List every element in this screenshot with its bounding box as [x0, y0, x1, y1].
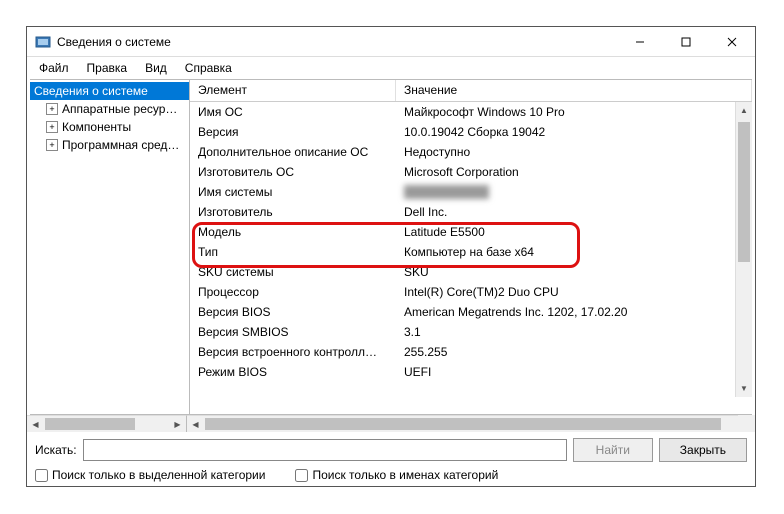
menu-help[interactable]: Справка	[177, 59, 240, 77]
checkbox[interactable]	[35, 469, 48, 482]
cell-key: Изготовитель	[190, 205, 396, 219]
cell-value: Latitude E5500	[396, 225, 752, 239]
table-row[interactable]: Имя системы██████████	[190, 182, 752, 202]
close-button[interactable]	[709, 27, 755, 57]
cell-value: Intel(R) Core(TM)2 Duo CPU	[396, 285, 752, 299]
menu-view[interactable]: Вид	[137, 59, 175, 77]
scroll-thumb[interactable]	[205, 418, 721, 430]
scroll-corner	[738, 415, 755, 432]
table-row[interactable]: Версия10.0.19042 Сборка 19042	[190, 122, 752, 142]
table-row[interactable]: Версия BIOSAmerican Megatrends Inc. 1202…	[190, 302, 752, 322]
find-button[interactable]: Найти	[573, 438, 653, 462]
cell-value: American Megatrends Inc. 1202, 17.02.20	[396, 305, 752, 319]
close-button-bottom[interactable]: Закрыть	[659, 438, 747, 462]
cell-value: 3.1	[396, 325, 752, 339]
table-row[interactable]: Версия встроенного контролл…255.255	[190, 342, 752, 362]
menu-edit[interactable]: Правка	[79, 59, 136, 77]
check-label: Поиск только в выделенной категории	[52, 468, 265, 482]
col-value[interactable]: Значение	[396, 80, 752, 101]
bottom-bar: Искать: Найти Закрыть Поиск только в выд…	[27, 432, 755, 486]
expand-icon[interactable]: +	[46, 103, 58, 115]
content-area: Сведения о системе +Аппаратные ресур… +К…	[30, 79, 752, 415]
cell-value: ██████████	[396, 185, 752, 199]
vertical-scrollbar[interactable]: ▲ ▼	[735, 102, 752, 397]
table-row[interactable]: Режим BIOSUEFI	[190, 362, 752, 382]
cell-key: Версия BIOS	[190, 305, 396, 319]
check-selected-category[interactable]: Поиск только в выделенной категории	[35, 468, 265, 482]
expand-icon[interactable]: +	[46, 139, 58, 151]
check-category-names[interactable]: Поиск только в именах категорий	[295, 468, 498, 482]
system-info-window: Сведения о системе Файл Правка Вид Справ…	[26, 26, 756, 487]
table-hscroll[interactable]: ◀ ▶	[187, 415, 755, 432]
checkbox[interactable]	[295, 469, 308, 482]
scroll-left-icon[interactable]: ◀	[187, 416, 204, 432]
search-label: Искать:	[35, 443, 77, 457]
menubar: Файл Правка Вид Справка	[27, 57, 755, 79]
cell-key: Версия встроенного контролл…	[190, 345, 396, 359]
scroll-up-icon[interactable]: ▲	[736, 102, 752, 119]
table-row[interactable]: ПроцессорIntel(R) Core(TM)2 Duo CPU	[190, 282, 752, 302]
cell-value: UEFI	[396, 365, 752, 379]
tree-hscroll[interactable]: ◀ ▶	[27, 415, 187, 432]
titlebar: Сведения о системе	[27, 27, 755, 57]
cell-key: Процессор	[190, 285, 396, 299]
table-row[interactable]: Изготовитель ОСMicrosoft Corporation	[190, 162, 752, 182]
table-row[interactable]: Версия SMBIOS3.1	[190, 322, 752, 342]
table-row[interactable]: Имя ОСМайкрософт Windows 10 Pro	[190, 102, 752, 122]
tree-hardware[interactable]: +Аппаратные ресур…	[30, 100, 189, 118]
details-table: Элемент Значение ▲ ▼ Имя ОСМайкрософт Wi…	[190, 80, 752, 414]
cell-value: Недоступно	[396, 145, 752, 159]
cell-key: Режим BIOS	[190, 365, 396, 379]
cell-key: Модель	[190, 225, 396, 239]
scroll-thumb[interactable]	[45, 418, 135, 430]
hscroll-row: ◀ ▶ ◀ ▶	[27, 415, 755, 432]
tree-components[interactable]: +Компоненты	[30, 118, 189, 136]
check-label: Поиск только в именах категорий	[312, 468, 498, 482]
cell-value: 10.0.19042 Сборка 19042	[396, 125, 752, 139]
window-title: Сведения о системе	[57, 35, 171, 49]
scroll-left-icon[interactable]: ◀	[27, 416, 44, 432]
table-row[interactable]: ИзготовительDell Inc.	[190, 202, 752, 222]
cell-value: 255.255	[396, 345, 752, 359]
table-row[interactable]: SKU системыSKU	[190, 262, 752, 282]
scroll-down-icon[interactable]: ▼	[736, 380, 752, 397]
table-row[interactable]: МодельLatitude E5500	[190, 222, 752, 242]
table-body[interactable]: ▲ ▼ Имя ОСМайкрософт Windows 10 ProВерси…	[190, 102, 752, 414]
cell-value: SKU	[396, 265, 752, 279]
cell-key: Дополнительное описание ОС	[190, 145, 396, 159]
cell-key: Изготовитель ОС	[190, 165, 396, 179]
tree-software[interactable]: +Программная сред…	[30, 136, 189, 154]
tree-root[interactable]: Сведения о системе	[30, 82, 189, 100]
scroll-right-icon[interactable]: ▶	[169, 416, 186, 432]
cell-value: Microsoft Corporation	[396, 165, 752, 179]
table-header: Элемент Значение	[190, 80, 752, 102]
table-row[interactable]: ТипКомпьютер на базе x64	[190, 242, 752, 262]
cell-value: Майкрософт Windows 10 Pro	[396, 105, 752, 119]
cell-key: Тип	[190, 245, 396, 259]
maximize-button[interactable]	[663, 27, 709, 57]
menu-file[interactable]: Файл	[31, 59, 77, 77]
cell-key: Имя системы	[190, 185, 396, 199]
minimize-button[interactable]	[617, 27, 663, 57]
cell-key: Версия SMBIOS	[190, 325, 396, 339]
table-row[interactable]: Дополнительное описание ОСНедоступно	[190, 142, 752, 162]
cell-key: SKU системы	[190, 265, 396, 279]
expand-icon[interactable]: +	[46, 121, 58, 133]
app-icon	[35, 34, 51, 50]
cell-key: Имя ОС	[190, 105, 396, 119]
nav-tree[interactable]: Сведения о системе +Аппаратные ресур… +К…	[30, 80, 190, 414]
col-element[interactable]: Элемент	[190, 80, 396, 101]
search-input[interactable]	[83, 439, 567, 461]
cell-value: Компьютер на базе x64	[396, 245, 752, 259]
cell-value: Dell Inc.	[396, 205, 752, 219]
cell-key: Версия	[190, 125, 396, 139]
